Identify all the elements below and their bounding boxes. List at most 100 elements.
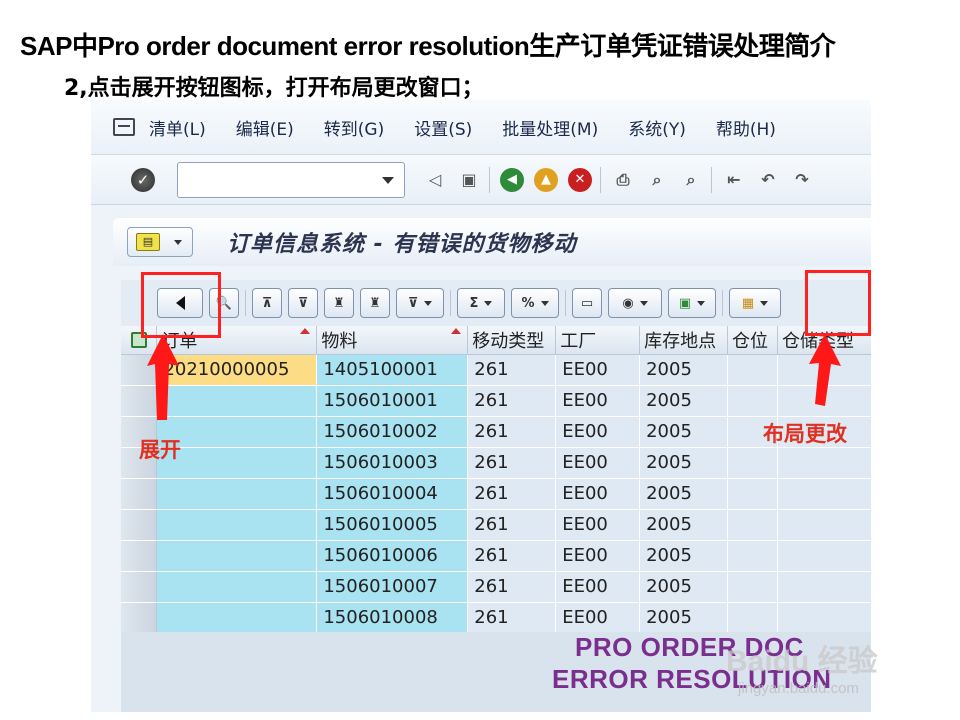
cell-storage-type[interactable] <box>777 447 871 479</box>
row-selector[interactable] <box>121 509 158 541</box>
cell-storage-bin[interactable] <box>727 447 779 479</box>
table-row[interactable]: 1506010005 261 EE00 2005 <box>121 509 871 541</box>
cell-storage-type[interactable] <box>777 602 871 634</box>
export-button[interactable]: ◉ <box>608 288 662 318</box>
cell-order[interactable] <box>156 509 318 541</box>
cell-order[interactable] <box>156 478 318 510</box>
menu-item-list[interactable]: 清单(L) <box>149 115 206 140</box>
table-row[interactable]: 1506010002 261 EE00 2005 <box>121 416 871 448</box>
column-header-storage-bin[interactable]: 仓位 <box>727 326 779 355</box>
cell-movement-type[interactable]: 261 <box>467 478 557 510</box>
find-button[interactable]: ♜ <box>324 288 354 318</box>
cell-plant[interactable]: EE00 <box>555 478 641 510</box>
cell-material[interactable]: 1506010003 <box>316 447 469 479</box>
cell-plant[interactable]: EE00 <box>555 602 641 634</box>
table-row[interactable]: 1506010008 261 EE00 2005 <box>121 602 871 634</box>
row-selector[interactable] <box>121 478 158 510</box>
cell-movement-type[interactable]: 261 <box>467 509 557 541</box>
menu-item-goto[interactable]: 转到(G) <box>324 115 384 140</box>
cell-movement-type[interactable]: 261 <box>467 602 557 634</box>
table-row[interactable]: 1506010007 261 EE00 2005 <box>121 571 871 603</box>
cell-movement-type[interactable]: 261 <box>467 385 557 417</box>
menu-item-edit[interactable]: 编辑(E) <box>236 115 294 140</box>
sort-descending-button[interactable]: ⊽ <box>288 288 318 318</box>
cell-movement-type[interactable]: 261 <box>467 447 557 479</box>
save-icon[interactable]: ▣ <box>457 168 481 192</box>
cell-plant[interactable]: EE00 <box>555 354 641 386</box>
subtotal-button[interactable]: % <box>511 288 559 318</box>
views-button[interactable]: ▣ <box>668 288 716 318</box>
cell-order[interactable] <box>156 540 318 572</box>
cell-storage-location[interactable]: 2005 <box>639 571 729 603</box>
menu-item-batch[interactable]: 批量处理(M) <box>502 115 598 140</box>
cell-plant[interactable]: EE00 <box>555 416 641 448</box>
cell-storage-location[interactable]: 2005 <box>639 416 729 448</box>
cell-plant[interactable]: EE00 <box>555 540 641 572</box>
cell-storage-location[interactable]: 2005 <box>639 478 729 510</box>
system-status-button[interactable]: ▤ <box>127 227 193 257</box>
cell-storage-bin[interactable] <box>727 571 779 603</box>
filter-button[interactable]: ⊽ <box>396 288 444 318</box>
cell-storage-location[interactable]: 2005 <box>639 447 729 479</box>
cell-material[interactable]: 1506010004 <box>316 478 469 510</box>
cancel-icon[interactable]: ✕ <box>568 167 592 192</box>
table-row[interactable]: 1506010006 261 EE00 2005 <box>121 540 871 572</box>
cell-storage-location[interactable]: 2005 <box>639 385 729 417</box>
print-icon[interactable]: ⎙ <box>611 168 635 192</box>
cell-movement-type[interactable]: 261 <box>467 571 557 603</box>
cell-storage-type[interactable] <box>777 540 871 572</box>
cell-movement-type[interactable]: 261 <box>467 354 557 386</box>
table-row[interactable]: 1506010003 261 EE00 2005 <box>121 447 871 479</box>
cell-storage-location[interactable]: 2005 <box>639 540 729 572</box>
row-selector[interactable] <box>121 540 158 572</box>
command-field[interactable] <box>177 161 405 198</box>
find-icon[interactable]: ⌕ <box>645 168 669 192</box>
exit-icon[interactable]: ▲ <box>534 167 558 192</box>
menu-item-system[interactable]: 系统(Y) <box>628 115 686 140</box>
table-row[interactable]: 1506010004 261 EE00 2005 <box>121 478 871 510</box>
menu-item-help[interactable]: 帮助(H) <box>716 115 776 140</box>
cell-storage-bin[interactable] <box>727 385 779 417</box>
cell-order[interactable] <box>156 602 318 634</box>
enter-icon[interactable]: ✓ <box>131 167 155 192</box>
sum-button[interactable]: Σ <box>457 288 505 318</box>
row-selector[interactable] <box>121 571 158 603</box>
cell-storage-bin[interactable] <box>727 602 779 634</box>
print-preview-button[interactable]: ▭ <box>572 288 602 318</box>
cell-movement-type[interactable]: 261 <box>467 416 557 448</box>
cell-plant[interactable]: EE00 <box>555 571 641 603</box>
column-header-storage-location[interactable]: 库存地点 <box>639 326 729 355</box>
find-next-icon[interactable]: ⌕ <box>679 168 703 192</box>
sort-ascending-button[interactable]: ⊼ <box>252 288 282 318</box>
next-page-icon[interactable]: ↷ <box>790 168 814 192</box>
cell-storage-bin[interactable] <box>727 540 779 572</box>
back-icon[interactable]: ◀ <box>500 167 524 192</box>
cell-material[interactable]: 1506010001 <box>316 385 469 417</box>
cell-material[interactable]: 1506010002 <box>316 416 469 448</box>
change-layout-button[interactable]: ▦ <box>729 288 781 318</box>
column-header-material[interactable]: 物料 <box>316 326 469 355</box>
chevron-down-icon[interactable] <box>382 176 394 184</box>
find-next-button[interactable]: ♜ <box>360 288 390 318</box>
cell-movement-type[interactable]: 261 <box>467 540 557 572</box>
table-row[interactable]: 20210000005 1405100001 261 EE00 2005 <box>121 354 871 386</box>
cell-storage-bin[interactable] <box>727 509 779 541</box>
row-selector[interactable] <box>121 602 158 634</box>
prev-page-icon[interactable]: ↶ <box>756 168 780 192</box>
back-nav-icon[interactable]: ◁ <box>423 168 447 192</box>
menu-item-settings[interactable]: 设置(S) <box>414 115 472 140</box>
cell-storage-bin[interactable] <box>727 478 779 510</box>
cell-storage-location[interactable]: 2005 <box>639 509 729 541</box>
cell-storage-type[interactable] <box>777 478 871 510</box>
first-page-icon[interactable]: ⇤ <box>722 168 746 192</box>
column-header-movement-type[interactable]: 移动类型 <box>467 326 557 355</box>
menu-list-icon[interactable] <box>113 118 135 136</box>
cell-storage-type[interactable] <box>777 509 871 541</box>
cell-material[interactable]: 1506010007 <box>316 571 469 603</box>
cell-plant[interactable]: EE00 <box>555 385 641 417</box>
cell-material[interactable]: 1506010006 <box>316 540 469 572</box>
cell-storage-bin[interactable] <box>727 354 779 386</box>
cell-material[interactable]: 1506010008 <box>316 602 469 634</box>
cell-storage-location[interactable]: 2005 <box>639 602 729 634</box>
column-header-plant[interactable]: 工厂 <box>555 326 641 355</box>
